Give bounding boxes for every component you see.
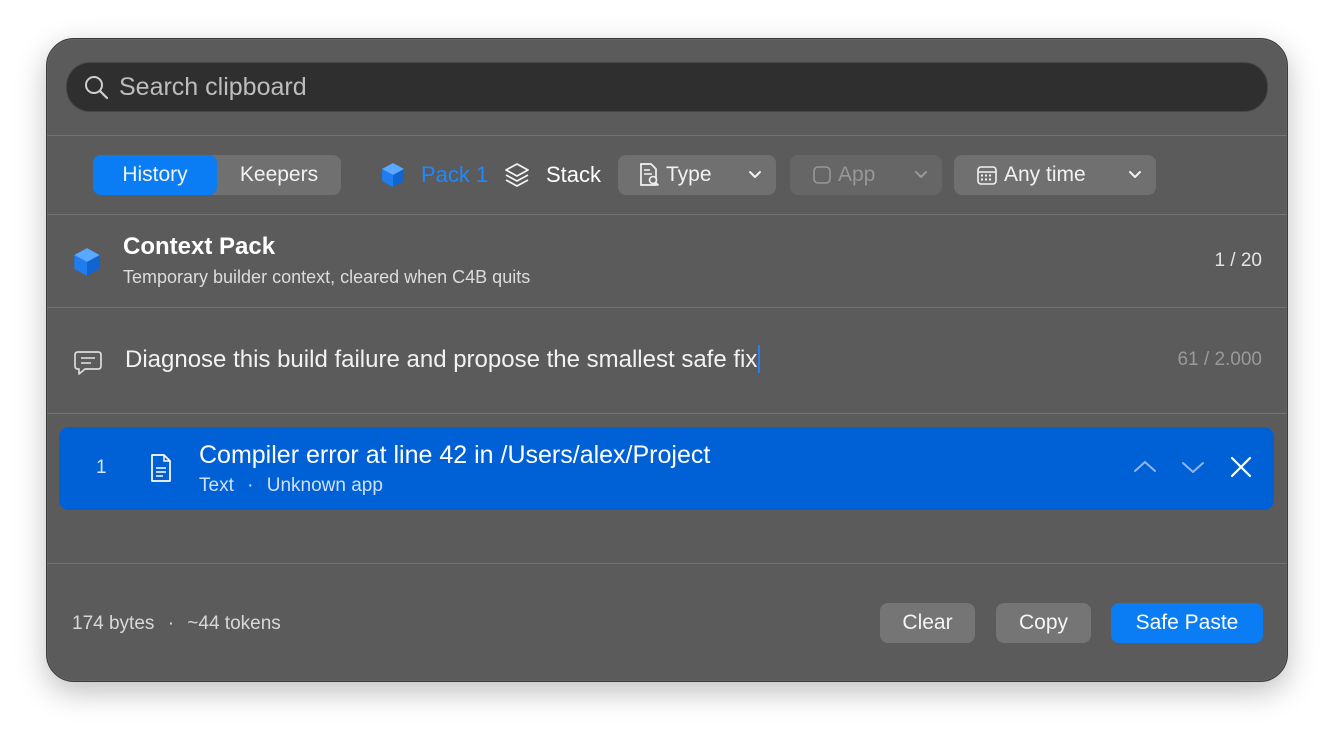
meta-separator: · — [247, 475, 254, 496]
divider — [47, 307, 1287, 308]
document-search-icon — [640, 163, 660, 187]
item-index: 1 — [96, 457, 107, 478]
time-filter-dropdown[interactable]: Any time — [954, 155, 1156, 195]
cube-icon — [74, 248, 100, 276]
clear-button[interactable]: Clear — [880, 603, 975, 643]
bytes-count: 174 bytes — [72, 613, 155, 634]
list-item[interactable]: 1 Compiler error at line 42 in /Users/al… — [59, 427, 1274, 510]
clipboard-window: History Keepers Pack 1 Stack — [46, 38, 1288, 682]
layers-icon — [505, 163, 529, 187]
search-icon — [85, 76, 109, 100]
close-icon[interactable] — [1227, 453, 1255, 481]
stack-button[interactable]: Stack — [504, 155, 601, 195]
time-filter-label: Any time — [1004, 163, 1086, 186]
copy-button[interactable]: Copy — [996, 603, 1091, 643]
calendar-icon — [977, 166, 997, 185]
prompt-text-value: Diagnose this build failure and propose … — [125, 346, 758, 373]
app-filter-label: App — [838, 163, 876, 186]
chevron-down-icon — [1129, 171, 1141, 178]
app-filter-dropdown[interactable]: App — [790, 155, 942, 195]
prompt-field[interactable]: Diagnose this build failure and propose … — [47, 309, 1287, 413]
stack-label: Stack — [546, 162, 602, 187]
context-pack-count: 1 / 20 — [1214, 250, 1262, 271]
search-bar[interactable] — [66, 62, 1268, 112]
context-pack-subtitle: Temporary builder context, cleared when … — [123, 267, 531, 287]
prompt-char-count: 61 / 2.000 — [1177, 349, 1262, 370]
move-down-icon[interactable] — [1179, 453, 1207, 481]
chevron-down-icon — [915, 171, 927, 178]
type-filter-dropdown[interactable]: Type — [618, 155, 776, 195]
move-up-icon[interactable] — [1131, 453, 1159, 481]
info-separator: · — [167, 613, 175, 634]
item-app: Unknown app — [266, 475, 383, 496]
size-info: 174 bytes · ~44 tokens — [72, 613, 281, 635]
token-count: ~44 tokens — [187, 613, 281, 634]
checkbox-icon — [813, 166, 831, 184]
view-segmented-control: History Keepers — [93, 155, 341, 195]
item-meta: Text · Unknown app — [199, 475, 383, 497]
tab-keepers[interactable]: Keepers — [217, 155, 341, 195]
item-type: Text — [199, 475, 234, 496]
context-pack-title: Context Pack — [123, 233, 276, 260]
cube-icon — [382, 163, 404, 187]
context-pack-header: Context Pack Temporary builder context, … — [47, 215, 1287, 307]
prompt-text[interactable]: Diagnose this build failure and propose … — [125, 345, 761, 374]
message-icon — [74, 351, 102, 375]
chevron-down-icon — [749, 171, 761, 178]
divider — [47, 563, 1287, 564]
safe-paste-button[interactable]: Safe Paste — [1111, 603, 1263, 643]
item-title: Compiler error at line 42 in /Users/alex… — [199, 441, 711, 469]
document-icon — [151, 454, 171, 482]
filter-toolbar: History Keepers Pack 1 Stack Type App An… — [47, 155, 1287, 195]
pack-button[interactable]: Pack 1 — [381, 155, 488, 195]
type-filter-label: Type — [666, 163, 712, 186]
search-input[interactable] — [117, 71, 1221, 103]
tab-history[interactable]: History — [93, 155, 217, 195]
divider — [47, 413, 1287, 414]
divider — [47, 135, 1287, 136]
text-caret — [758, 345, 761, 373]
pack-label: Pack 1 — [421, 162, 489, 187]
